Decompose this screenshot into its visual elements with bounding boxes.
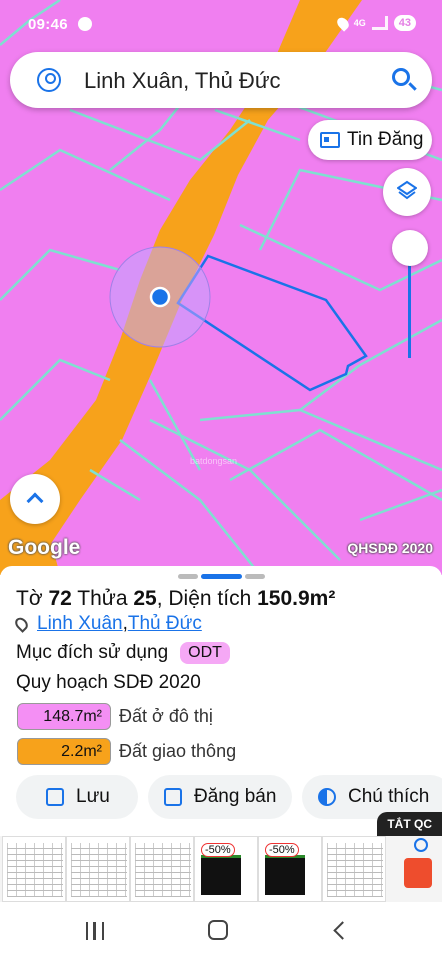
ad-thumbnail[interactable] [2,836,66,902]
opacity-slider-thumb[interactable] [392,230,428,266]
purpose-badge: ODT [180,642,230,664]
news-icon [320,132,340,148]
sheet-handle[interactable] [178,574,198,579]
system-nav-bar [0,902,442,960]
ad-thumbnail[interactable] [322,836,386,902]
chevron-up-icon [26,492,44,510]
zone-row-residential: 148.7m² Đất ở đô thị [17,703,213,730]
search-input[interactable]: Linh Xuân, Thủ Đức [84,68,281,94]
legend-label: Chú thích [348,786,430,807]
expand-up-button[interactable] [10,474,60,524]
post-sale-button[interactable]: Đăng bán [148,775,292,819]
map-layer-label: QHSDĐ 2020 [347,540,433,556]
status-bar: 09:46 4G 43 [0,0,442,46]
purpose-label: Mục đích sử dụng [16,642,169,663]
search-icon[interactable] [392,68,410,86]
layers-button[interactable] [383,168,431,216]
ad-thumbnail[interactable]: -50% [258,836,322,902]
layers-icon [397,180,417,200]
save-label: Lưu [76,786,110,807]
discount-badge: -50% [201,843,235,857]
zone-area: 148.7m² [17,703,111,730]
ad-image [7,843,63,897]
contrast-icon [318,788,336,806]
ward-link[interactable]: Linh Xuân [37,613,123,635]
zone-label: Đất giao thông [119,741,237,761]
pin-icon [12,615,31,633]
signal-icon [371,16,388,30]
save-button[interactable]: Lưu [16,775,138,819]
parcel-info-sheet: Tờ 72 Thửa 25, Diện tích 150.9m² Linh Xu… [0,566,442,836]
add-file-icon [46,788,64,806]
zone-area: 2.2m² [17,738,111,765]
land-use-purpose: Mục đích sử dụng ODT [16,642,230,664]
clock: 09:46 [28,16,68,33]
tin-dang-label: Tin Đăng [347,129,424,150]
network-type: 4G [353,18,366,28]
parcel-title: Tờ 72 Thửa 25, Diện tích 150.9m² [16,587,336,610]
shopee-icon[interactable] [404,858,432,888]
tv-image [265,855,305,895]
map-view[interactable]: 09:46 4G 43 Linh Xuân, Thủ Đức Tin Đăng … [0,0,442,575]
ad-thumbnail[interactable]: -50% [194,836,258,902]
sheet-handle[interactable] [245,574,265,579]
battery-icon: 43 [393,15,416,31]
close-ad-button[interactable]: TẮT QC [377,812,442,836]
search-bar[interactable]: Linh Xuân, Thủ Đức [10,52,432,108]
tin-dang-button[interactable]: Tin Đăng [308,120,432,160]
zone-label: Đất ở đô thị [119,706,213,726]
ad-image [135,843,191,897]
zone-row-road: 2.2m² Đất giao thông [17,738,236,765]
news-icon [164,788,182,806]
plan-title: Quy hoạch SDĐ 2020 [16,672,201,693]
ad-banner[interactable]: TẮT QC -50% -50% [0,812,442,902]
user-icon[interactable] [37,68,61,92]
ad-thumbnail[interactable] [130,836,194,902]
ad-image [327,843,383,897]
info-icon[interactable] [414,838,428,852]
post-sale-label: Đăng bán [194,786,277,807]
watermark: batdongsan [190,456,238,466]
home-icon[interactable] [208,920,228,940]
discount-badge: -50% [265,843,299,857]
district-link[interactable]: Thủ Đức [128,613,202,635]
location-icon [334,14,351,32]
messenger-icon [78,17,92,31]
back-icon[interactable] [333,921,352,940]
tv-image [201,855,241,895]
ad-image [71,843,127,897]
sheet-handle-active[interactable] [201,574,242,579]
google-logo: Google [8,536,81,559]
parcel-address: Linh Xuân, Thủ Đức [12,613,202,635]
ad-thumbnail[interactable] [66,836,130,902]
recents-icon[interactable] [86,922,104,940]
